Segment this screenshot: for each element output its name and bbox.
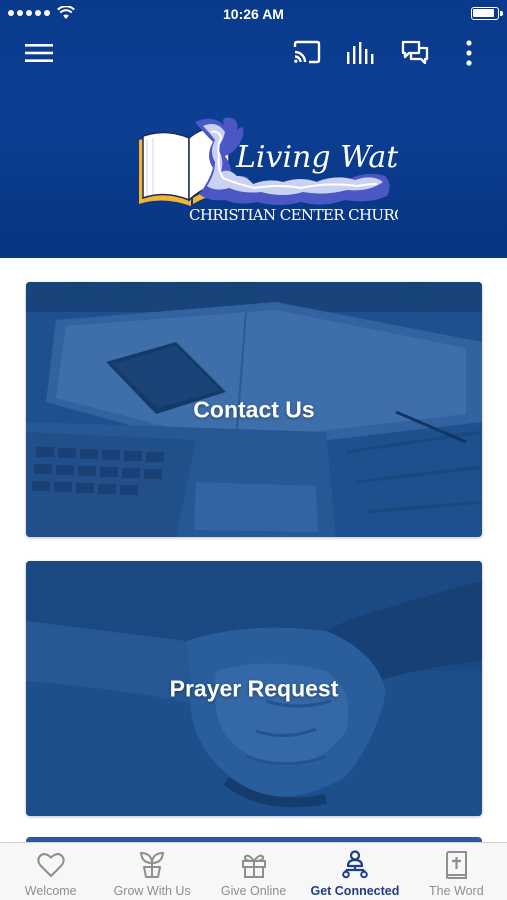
header: 10:26 AM Living Wat CHRISTIAN CENTER CHU… [0,0,507,258]
bible-icon [446,851,468,879]
tab-grow-with-us[interactable]: Grow With Us [101,843,202,900]
tab-get-connected[interactable]: Get Connected [304,843,405,900]
prayer-request-label: Prayer Request [169,675,339,701]
gift-icon [241,854,266,878]
more-options-button[interactable] [452,36,486,70]
logo-subtitle: CHRISTIAN CENTER CHURCH [189,206,398,224]
audio-bars-icon [347,42,374,64]
sprout-icon [140,851,165,878]
contact-us-card[interactable]: Contact Us [26,282,482,537]
tab-the-word[interactable]: The Word [406,843,507,900]
heart-icon [37,853,65,877]
tab-give-online[interactable]: Give Online [203,843,304,900]
contact-us-label: Contact Us [193,396,315,422]
cast-button[interactable] [290,36,324,70]
prayer-request-card[interactable]: Prayer Request [26,561,482,816]
status-bar: 10:26 AM [0,0,507,28]
tab-welcome-label: Welcome [24,884,77,898]
chat-bubbles-icon [401,40,429,65]
audio-button[interactable] [344,36,378,70]
tab-welcome[interactable]: Welcome [0,843,101,900]
tab-grow-with-us-label: Grow With Us [113,884,191,898]
church-logo: Living Water CHRISTIAN CENTER CHURCH [133,112,432,227]
menu-button[interactable] [22,36,56,70]
tab-bar: Welcome Grow With Us Give Online Get Con… [0,842,507,900]
battery-icon [471,7,503,20]
logo-title: Living Water [235,140,398,175]
hamburger-menu-icon [25,44,53,62]
chat-button[interactable] [398,36,432,70]
app-screen: 10:26 AM Living Wat CHRISTIAN CENTER CHU… [0,0,507,900]
tab-get-connected-label: Get Connected [310,884,400,898]
tab-the-word-label: The Word [429,884,484,898]
people-network-icon [342,850,368,879]
cast-icon [293,40,321,64]
tab-give-online-label: Give Online [220,884,287,898]
status-time: 10:26 AM [223,6,284,22]
more-vertical-icon [466,40,472,66]
